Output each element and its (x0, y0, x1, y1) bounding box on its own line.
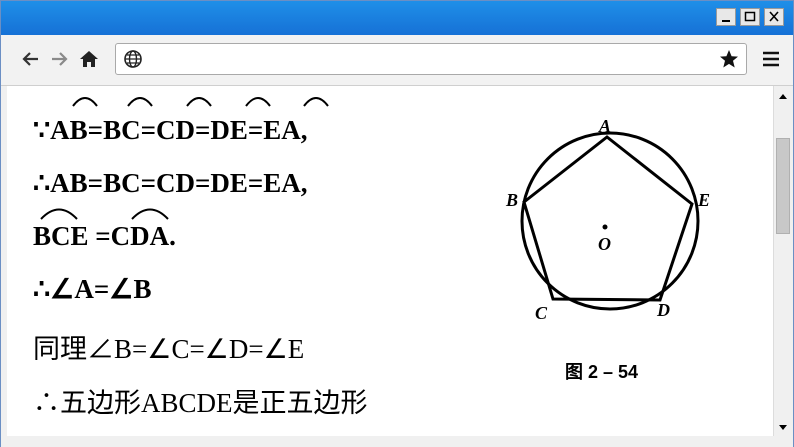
home-icon (80, 51, 98, 67)
arc-marks (40, 97, 329, 220)
arc-mark (127, 97, 153, 107)
vertex-label-c: C (535, 303, 548, 323)
globe-icon (124, 50, 142, 68)
back-button[interactable] (19, 47, 43, 71)
bookmark-button[interactable] (717, 47, 741, 71)
arrow-right-icon (52, 52, 68, 66)
page-content: ∵AB=BC=CD=DE=EA, ∴AB=BC=CD=DE=EA, BCE =C… (7, 86, 773, 436)
maximize-icon (744, 11, 756, 22)
vertical-scrollbar[interactable] (773, 86, 793, 436)
arc-mark (131, 208, 169, 220)
home-button[interactable] (77, 47, 101, 71)
arc-mark (303, 97, 329, 107)
forward-button[interactable] (47, 47, 71, 71)
scroll-up-icon[interactable] (774, 89, 792, 103)
pentagon-figure: A B C D E O 图 2 – 54 (505, 116, 710, 382)
arc-mark (40, 208, 78, 220)
vertex-label-d: D (656, 300, 670, 320)
arc-mark (245, 97, 271, 107)
figure-caption: 图 2 – 54 (565, 362, 638, 382)
menu-button[interactable] (759, 47, 783, 71)
scroll-down-icon[interactable] (774, 421, 792, 435)
arc-mark (186, 97, 212, 107)
proof-line-6: ∴五边形ABCDE是正五边形 (33, 388, 368, 418)
vertex-label-b: B (505, 190, 518, 210)
address-bar[interactable] (115, 43, 747, 75)
arrow-left-icon (22, 52, 38, 66)
scrollbar-thumb[interactable] (776, 138, 790, 234)
vertex-label-a: A (598, 116, 611, 136)
browser-toolbar (1, 35, 793, 86)
title-bar (1, 1, 793, 35)
center-point (602, 224, 608, 230)
star-icon (720, 50, 738, 68)
center-label-o: O (598, 234, 611, 254)
pentagon-abcde (522, 135, 694, 302)
browser-window: ∵AB=BC=CD=DE=EA, ∴AB=BC=CD=DE=EA, BCE =C… (0, 0, 794, 447)
minimize-button[interactable] (716, 8, 736, 26)
proof-line-4: ∴∠A=∠B (33, 274, 152, 304)
arc-mark (72, 97, 98, 107)
maximize-button[interactable] (740, 8, 760, 26)
proof-line-5: 同理∠B=∠C=∠D=∠E (33, 334, 305, 364)
hamburger-menu-icon (763, 51, 779, 67)
minimize-icon (722, 20, 730, 22)
vertex-label-e: E (697, 190, 710, 210)
close-button[interactable] (764, 8, 784, 26)
bottom-edge (1, 436, 793, 447)
close-icon (769, 11, 779, 22)
